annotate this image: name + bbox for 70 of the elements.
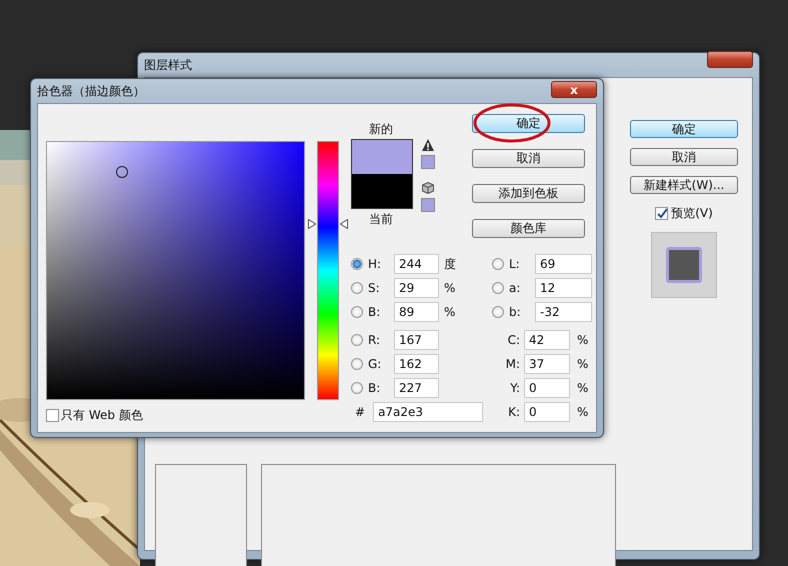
field-label: #: [355, 404, 366, 421]
button[interactable]: 取消: [472, 149, 585, 168]
cube-icon: [422, 182, 434, 194]
radio-button[interactable]: [492, 258, 504, 270]
close-button[interactable]: x: [551, 81, 597, 98]
input-field[interactable]: 42: [524, 330, 570, 350]
slider-handle[interactable]: [308, 218, 348, 229]
input-field[interactable]: 162: [394, 354, 439, 374]
button[interactable]: 颜色库: [472, 219, 585, 238]
radio-button[interactable]: [492, 282, 504, 294]
field-label: b:: [509, 304, 522, 321]
color-field[interactable]: [46, 141, 305, 400]
field-label: R:: [368, 332, 382, 349]
button[interactable]: 添加到色板: [472, 184, 585, 203]
input-field[interactable]: 227: [394, 378, 439, 398]
radio-button[interactable]: [351, 358, 363, 370]
field-label: H:: [368, 256, 382, 273]
radio-button[interactable]: [351, 382, 363, 394]
color-swatch[interactable]: [421, 155, 435, 169]
color-swatch[interactable]: [421, 198, 435, 212]
radio-button[interactable]: [351, 306, 363, 318]
unit-label: 度: [444, 256, 456, 273]
window-title: 拾色器（描边颜色）: [36, 83, 146, 100]
window-title: 图层样式: [143, 57, 193, 74]
radio-button[interactable]: [351, 334, 363, 346]
radio-button[interactable]: [492, 306, 504, 318]
input-field[interactable]: -32: [535, 302, 592, 322]
input-field[interactable]: 37: [524, 354, 570, 374]
input-field[interactable]: 0: [524, 402, 570, 422]
swatch-label: 当前: [368, 212, 394, 226]
input-field[interactable]: 244: [394, 254, 439, 274]
hue-slider[interactable]: [308, 141, 348, 400]
unit-label: %: [577, 356, 588, 373]
warning-icon: [422, 139, 434, 151]
field-label: M:: [504, 356, 520, 373]
field-label: B:: [368, 304, 382, 321]
checkbox-label: 预览(V): [671, 205, 713, 222]
button[interactable]: 确定: [472, 114, 585, 133]
button[interactable]: 取消: [630, 148, 738, 166]
field-label: C:: [506, 332, 520, 349]
preview-thumbnail: [651, 232, 717, 298]
button[interactable]: 新建样式(W)...: [630, 176, 738, 194]
input-field[interactable]: 89: [394, 302, 439, 322]
unit-label: %: [577, 332, 588, 349]
field-label: G:: [368, 356, 382, 373]
input-field[interactable]: 0: [524, 378, 570, 398]
checkbox[interactable]: [655, 206, 668, 220]
swatch-label: 新的: [368, 122, 394, 136]
input-field[interactable]: 29: [394, 278, 439, 298]
radio-button[interactable]: [351, 258, 363, 270]
radio-button[interactable]: [351, 282, 363, 294]
close-button[interactable]: [707, 51, 753, 68]
unit-label: %: [444, 280, 456, 297]
color-marker[interactable]: [116, 166, 128, 178]
field-label: S:: [368, 280, 381, 297]
input-field[interactable]: 12: [535, 278, 592, 298]
checkbox[interactable]: [46, 408, 59, 422]
input-field[interactable]: a7a2e3: [373, 402, 484, 422]
button[interactable]: 确定: [630, 120, 738, 138]
field-label: K:: [507, 404, 520, 421]
input-field[interactable]: 167: [394, 330, 439, 350]
field-label: Y:: [509, 380, 520, 397]
unit-label: %: [577, 380, 588, 397]
field-label: a:: [509, 280, 522, 297]
checkbox-label: 只有 Web 颜色: [61, 407, 143, 424]
field-label: B:: [368, 380, 382, 397]
field-label: L:: [509, 256, 521, 273]
unit-label: %: [444, 304, 456, 321]
unit-label: %: [577, 404, 588, 421]
input-field[interactable]: 69: [535, 254, 592, 274]
